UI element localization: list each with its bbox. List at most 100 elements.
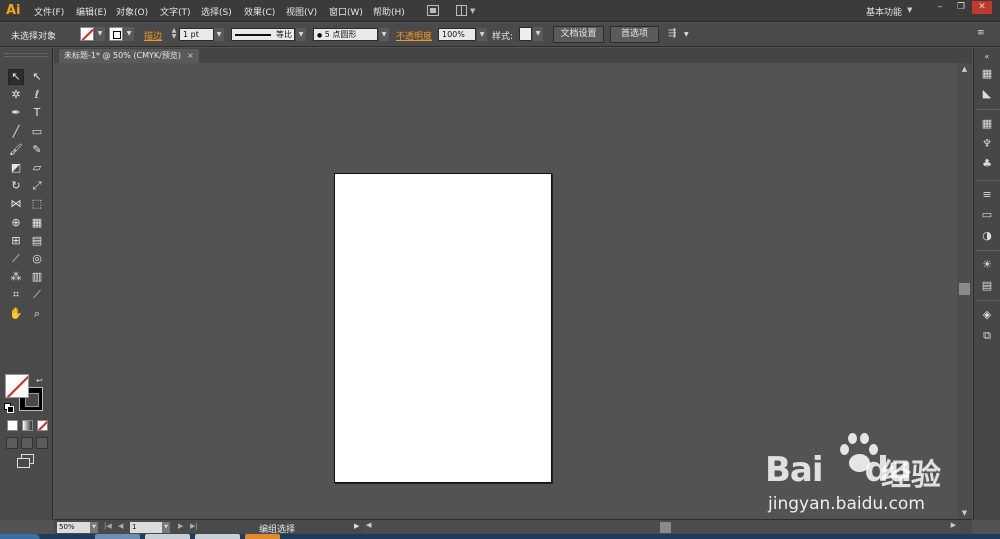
chevron-down-icon[interactable]: ▼ [124, 27, 134, 41]
status-menu-icon[interactable]: ▶ [354, 522, 359, 530]
menu-help[interactable]: 帮助(H) [373, 5, 405, 18]
symbol-sprayer-tool-icon[interactable]: ⁂ [8, 269, 24, 285]
draw-normal-icon[interactable] [6, 437, 18, 449]
pencil-tool-icon[interactable]: ✎ [29, 142, 45, 158]
blob-brush-tool-icon[interactable]: ◩ [8, 160, 24, 176]
minimize-button[interactable]: – [930, 1, 950, 14]
bridge-icon[interactable] [427, 5, 439, 16]
first-artboard-icon[interactable]: |◀ [104, 522, 112, 530]
color-mode-icon[interactable] [7, 420, 18, 431]
menu-select[interactable]: 选择(S) [201, 5, 232, 18]
chevron-down-icon[interactable]: ▼ [533, 27, 543, 41]
pen-tool-icon[interactable]: ✒ [8, 105, 24, 121]
scroll-up-icon[interactable]: ▲ [957, 63, 972, 75]
menu-type[interactable]: 文字(T) [160, 5, 191, 18]
artboard-tool-icon[interactable]: ⌗ [8, 287, 24, 303]
opacity-field[interactable]: 100% [438, 28, 476, 41]
artboard-number-field[interactable]: 1 [130, 522, 162, 533]
fill-swatch[interactable] [5, 374, 29, 398]
variable-width-profile-dropdown[interactable]: 等比 [231, 28, 295, 41]
zoom-field[interactable]: 50% [57, 522, 90, 533]
screen-mode-icon[interactable] [17, 454, 34, 468]
menu-file[interactable]: 文件(F) [34, 5, 64, 18]
close-icon[interactable]: × [187, 49, 194, 62]
line-tool-icon[interactable]: ╱ [8, 124, 24, 140]
rotate-tool-icon[interactable]: ↻ [8, 178, 24, 194]
menu-view[interactable]: 视图(V) [286, 5, 317, 18]
symbols-panel-icon[interactable]: ♣ [980, 157, 994, 171]
zoom-tool-icon[interactable]: ⌕ [29, 306, 45, 322]
document-tab[interactable]: 未标题-1* @ 50% (CMYK/预览) × [59, 49, 199, 63]
stroke-weight-field[interactable]: 1 pt [179, 28, 214, 41]
appearance-panel-icon[interactable]: ☀ [980, 258, 994, 272]
lasso-tool-icon[interactable]: ℓ [29, 87, 45, 103]
opacity-panel-link[interactable]: 不透明度 [396, 29, 432, 42]
start-button[interactable] [0, 534, 40, 539]
draw-behind-icon[interactable] [21, 437, 33, 449]
swap-fill-stroke-icon[interactable]: ↩ [36, 376, 43, 385]
scroll-left-icon[interactable]: ◀ [366, 521, 371, 529]
artboards-panel-icon[interactable]: ⧉ [980, 329, 994, 343]
horizontal-scrollbar[interactable]: ◀ ▶ [364, 521, 958, 534]
color-guide-panel-icon[interactable]: ◣ [980, 87, 994, 101]
column-graph-tool-icon[interactable]: ▥ [29, 269, 45, 285]
menu-effect[interactable]: 效果(C) [244, 5, 275, 18]
stroke-weight-spinner[interactable]: ▲ ▼ [170, 28, 178, 41]
menu-edit[interactable]: 编辑(E) [76, 5, 107, 18]
eraser-tool-icon[interactable]: ▱ [29, 160, 45, 176]
draw-inside-icon[interactable] [36, 437, 48, 449]
graphic-style-swatch[interactable] [519, 27, 532, 41]
taskbar-app[interactable] [195, 534, 240, 539]
gradient-mode-icon[interactable] [22, 420, 33, 431]
taskbar-app[interactable] [245, 534, 280, 539]
brush-definition-dropdown[interactable]: ● 5 点圆形 [313, 28, 378, 41]
panel-grip[interactable] [4, 50, 48, 60]
chevron-down-icon[interactable]: ▼ [379, 28, 389, 41]
chevron-down-icon[interactable]: ▼ [907, 6, 912, 14]
document-setup-button[interactable]: 文档设置 [553, 26, 604, 43]
menu-object[interactable]: 对象(O) [116, 5, 148, 18]
stroke-panel-icon[interactable]: ≡ [980, 188, 994, 202]
selection-tool-icon[interactable]: ↖ [8, 69, 24, 85]
shape-builder-tool-icon[interactable]: ⊕ [8, 215, 24, 231]
paintbrush-tool-icon[interactable]: 🖌 [8, 142, 24, 158]
fill-color-swatch[interactable] [80, 27, 94, 41]
chevron-down-icon[interactable]: ▼ [214, 28, 224, 41]
brushes-panel-icon[interactable]: ♆ [980, 137, 994, 151]
transparency-panel-icon[interactable]: ◑ [980, 229, 994, 243]
gradient-panel-icon[interactable]: ▭ [980, 208, 994, 222]
next-artboard-icon[interactable]: ▶ [178, 522, 183, 530]
artboard[interactable] [334, 173, 552, 483]
collapse-dock-icon[interactable]: « [980, 50, 994, 64]
stroke-panel-link[interactable]: 描边 [144, 29, 162, 42]
scroll-right-icon[interactable]: ▶ [951, 521, 956, 529]
workspace-switcher[interactable]: 基本功能 [866, 5, 902, 18]
magic-wand-tool-icon[interactable]: ✲ [8, 87, 24, 103]
restore-button[interactable]: ❐ [951, 1, 971, 14]
direct-selection-tool-icon[interactable]: ↖ [29, 69, 45, 85]
arrange-documents-icon[interactable]: ▼ [456, 5, 476, 16]
none-mode-icon[interactable] [37, 420, 48, 431]
free-transform-tool-icon[interactable]: ⬚ [29, 196, 45, 212]
scale-tool-icon[interactable]: ⤢ [29, 178, 45, 194]
perspective-grid-tool-icon[interactable]: ▦ [29, 215, 45, 231]
last-artboard-icon[interactable]: ▶| [190, 522, 198, 530]
chevron-down-icon[interactable]: ▼ [90, 522, 98, 533]
menu-window[interactable]: 窗口(W) [329, 5, 363, 18]
mesh-tool-icon[interactable]: ⊞ [8, 233, 24, 249]
default-fill-stroke-icon[interactable] [4, 403, 14, 413]
blend-tool-icon[interactable]: ◎ [29, 251, 45, 267]
preferences-button[interactable]: 首选项 [610, 26, 659, 43]
graphic-styles-panel-icon[interactable]: ▤ [980, 279, 994, 293]
taskbar-app[interactable] [145, 534, 190, 539]
width-tool-icon[interactable]: ⋈ [8, 196, 24, 212]
chevron-down-icon[interactable]: ▼ [684, 31, 689, 38]
close-button[interactable]: ✕ [972, 1, 992, 14]
previous-artboard-icon[interactable]: ◀ [118, 522, 123, 530]
type-tool-icon[interactable]: T [29, 105, 45, 121]
scroll-thumb[interactable] [959, 283, 970, 295]
stroke-color-swatch[interactable] [109, 27, 123, 41]
control-panel-menu-icon[interactable]: ≡ [977, 28, 985, 38]
rectangle-tool-icon[interactable]: ▭ [29, 124, 45, 140]
color-panel-icon[interactable]: ▦ [980, 67, 994, 81]
